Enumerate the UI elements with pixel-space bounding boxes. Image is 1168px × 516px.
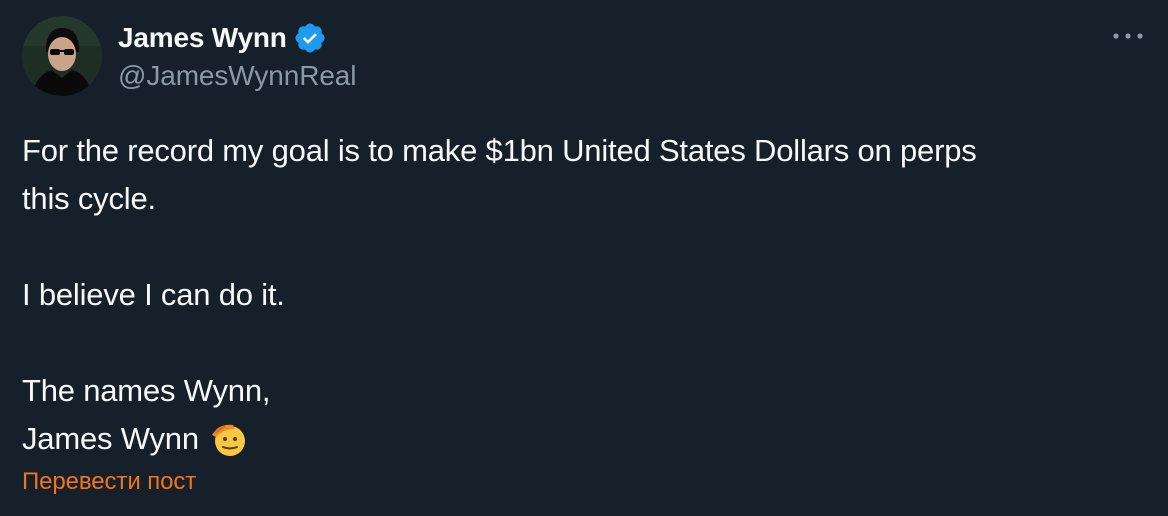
tweet-text-line: The names Wynn, [22, 373, 271, 408]
translate-post-link[interactable]: Перевести пост [22, 468, 196, 496]
more-options-icon[interactable] [1108, 18, 1148, 54]
tweet-card: James Wynn @JamesWynnReal For the record… [0, 0, 1168, 516]
tweet-text-line: I believe I can do it. [22, 277, 285, 312]
tweet-text-signature: James Wynn [22, 421, 199, 456]
author-display-name[interactable]: James Wynn [118, 22, 287, 54]
tweet-text-line: this cycle. [22, 181, 156, 216]
author-name-row: James Wynn [118, 18, 327, 58]
avatar[interactable] [22, 16, 102, 96]
tweet-text: For the record my goal is to make $1bn U… [22, 127, 1132, 463]
verified-badge-icon[interactable] [293, 21, 327, 55]
tweet-text-line: For the record my goal is to make $1bn U… [22, 133, 977, 168]
tweet-text-last-line: James Wynn [22, 415, 1132, 463]
saluting-face-emoji [209, 419, 249, 459]
author-handle[interactable]: @JamesWynnReal [118, 60, 357, 92]
avatar-image [22, 16, 102, 96]
